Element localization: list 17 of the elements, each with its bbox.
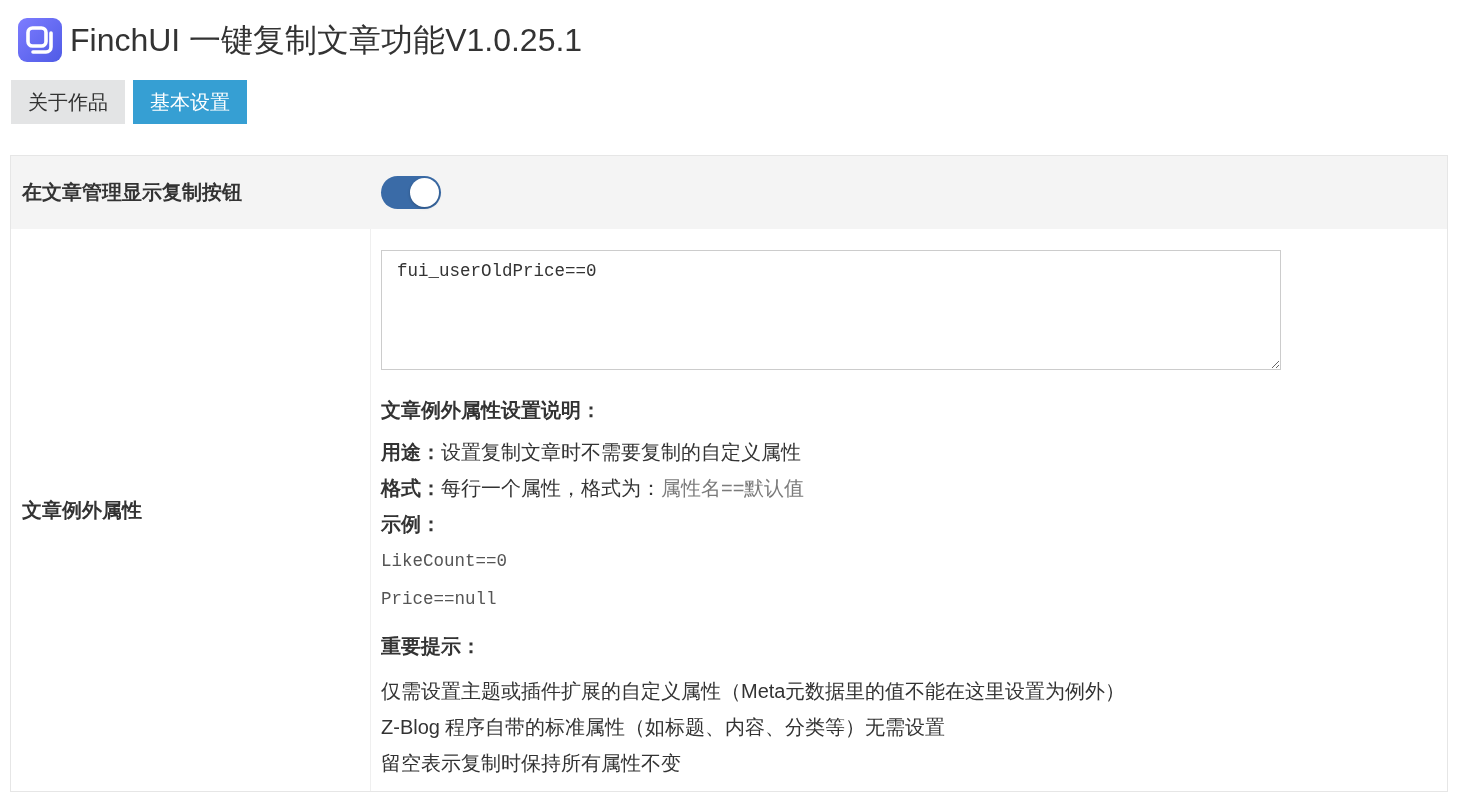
copy-icon [18,18,62,62]
tab[interactable]: 关于作品 [11,80,125,124]
note-text: Z-Blog 程序自带的标准属性（如标题、内容、分类等）无需设置 [381,715,947,740]
example-code: Price==null [381,588,498,611]
note-text: 仅需设置主题或插件扩展的自定义属性（Meta元数据里的值不能在这里设置为例外） [381,679,1127,704]
setting-label: 文章例外属性 [22,497,142,523]
setting-label: 在文章管理显示复制按钮 [22,180,242,205]
note-text: 留空表示复制时保持所有属性不变 [381,751,682,776]
page-title: FinchUI 一键复制文章功能V1.0.25.1 [70,21,583,60]
exception-textarea[interactable]: fui_userOldPrice==0 [381,250,1281,370]
toggle-switch[interactable] [381,176,441,209]
note-text: 用途：设置复制文章时不需要复制的自定义属性 [381,440,802,465]
note-heading: 示例： [381,512,442,537]
note-text: 格式：每行一个属性，格式为：属性名==默认值 [381,476,806,501]
example-code: LikeCount==0 [381,550,509,573]
note-heading: 文章例外属性设置说明： [381,398,602,423]
note-heading: 重要提示： [381,634,482,659]
